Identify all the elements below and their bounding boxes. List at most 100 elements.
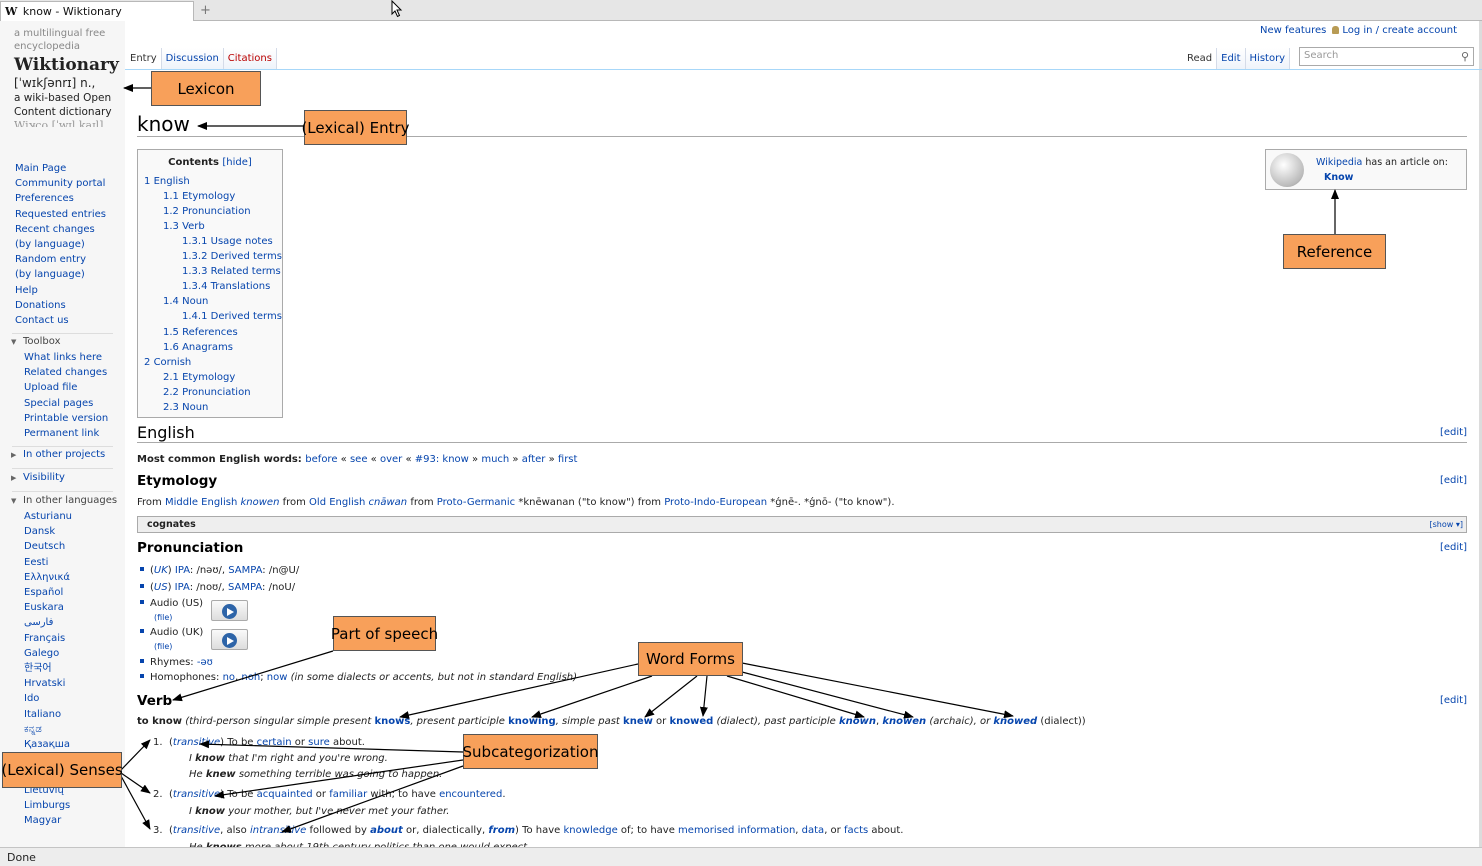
inline-link[interactable]: memorised information xyxy=(678,825,795,836)
edit-etymology-link[interactable]: [edit] xyxy=(1440,475,1467,486)
nav-item[interactable]: Help xyxy=(15,283,106,298)
nav-item[interactable]: Recent changes xyxy=(15,222,106,237)
inline-link[interactable]: no xyxy=(223,672,235,683)
toolbox-heading[interactable]: ▼ Toolbox xyxy=(11,336,61,347)
language-item[interactable]: Euskara xyxy=(24,600,72,615)
language-item[interactable]: Hrvatski xyxy=(24,676,72,691)
inline-link[interactable]: Middle English xyxy=(165,497,237,508)
toc-item[interactable]: 1.3 Verb xyxy=(163,221,205,233)
inline-link[interactable]: sure xyxy=(308,737,330,748)
edit-english-link[interactable]: [edit] xyxy=(1440,427,1467,438)
tab-entry[interactable]: Entry xyxy=(126,48,162,70)
search-icon[interactable]: ⚲ xyxy=(1461,50,1469,63)
inline-link[interactable]: transitive xyxy=(173,825,220,836)
toolbox-item[interactable]: Upload file xyxy=(24,380,108,395)
inline-link[interactable]: IPA xyxy=(175,582,190,593)
inline-link[interactable]: noh xyxy=(241,672,260,683)
new-tab-icon[interactable]: + xyxy=(200,3,211,18)
language-item[interactable]: 한국어 xyxy=(24,661,72,676)
inline-link[interactable]: certain xyxy=(257,737,292,748)
inline-link[interactable]: knows xyxy=(374,716,410,727)
edit-verb-link[interactable]: [edit] xyxy=(1440,695,1467,706)
inline-link[interactable]: cnāwan xyxy=(369,497,408,508)
inline-link[interactable]: now xyxy=(267,672,288,683)
toc-item[interactable]: 2.1 Etymology xyxy=(163,372,235,384)
toolbox-item[interactable]: Permanent link xyxy=(24,426,108,441)
inline-link[interactable]: about xyxy=(370,825,403,836)
inline-link[interactable]: knowed xyxy=(993,716,1037,727)
language-item[interactable]: Dansk xyxy=(24,524,72,539)
language-item[interactable]: Galego xyxy=(24,646,72,661)
language-item[interactable]: Ido xyxy=(24,691,72,706)
language-item[interactable]: ಕನ್ನಡ xyxy=(24,722,72,737)
inline-link[interactable]: over xyxy=(380,454,402,465)
language-item[interactable]: Eesti xyxy=(24,555,72,570)
nav-item[interactable]: Requested entries xyxy=(15,207,106,222)
toc-item[interactable]: 1.4 Noun xyxy=(163,296,208,308)
browser-tab[interactable]: W know - Wiktionary xyxy=(0,1,194,21)
other-projects-heading[interactable]: ▶ In other projects xyxy=(11,449,105,460)
inline-link[interactable]: known xyxy=(839,716,876,727)
tab-discussion[interactable]: Discussion xyxy=(161,48,224,70)
inline-link[interactable]: intransitive xyxy=(250,825,306,836)
language-item[interactable]: Asturianu xyxy=(24,509,72,524)
inline-link[interactable]: Proto-Indo-European xyxy=(664,497,767,508)
toc-item[interactable]: 1.3.1 Usage notes xyxy=(182,236,273,248)
toolbox-item[interactable]: Special pages xyxy=(24,396,108,411)
inline-link[interactable]: after xyxy=(522,454,546,465)
toc-item[interactable]: 1.4.1 Derived terms xyxy=(182,311,282,323)
cognates-show-toggle[interactable]: [show ▾] xyxy=(1430,520,1463,529)
login-link[interactable]: Log in / create account xyxy=(1342,25,1457,36)
inline-link[interactable]: knowen xyxy=(882,716,926,727)
wikipedia-link[interactable]: Wikipedia xyxy=(1316,157,1362,168)
tab-read[interactable]: Read xyxy=(1183,48,1218,70)
inline-link[interactable]: -əʊ xyxy=(197,657,213,668)
toc-item[interactable]: 1.3.3 Related terms xyxy=(182,266,281,278)
nav-item[interactable]: Main Page xyxy=(15,161,106,176)
search-input[interactable]: Search ⚲ xyxy=(1299,47,1474,66)
play-audio-us-button[interactable] xyxy=(211,600,248,621)
inline-link[interactable]: data xyxy=(802,825,825,836)
tab-citations[interactable]: Citations xyxy=(223,48,277,70)
toc-item[interactable]: 1.3.2 Derived terms xyxy=(182,251,282,263)
toolbox-item[interactable]: Printable version xyxy=(24,411,108,426)
nav-item[interactable]: Random entry xyxy=(15,252,106,267)
inline-link[interactable]: SAMPA xyxy=(228,582,262,593)
toc-item[interactable]: 1.2 Pronunciation xyxy=(163,206,251,218)
inline-link[interactable]: much xyxy=(481,454,509,465)
language-item[interactable]: Қазақша xyxy=(24,737,72,752)
language-item[interactable]: Limburgs xyxy=(24,798,72,813)
language-item[interactable]: Ελληνικά xyxy=(24,570,72,585)
toc-item[interactable]: 1.3.4 Translations xyxy=(182,281,270,293)
language-item[interactable]: فارسی xyxy=(24,615,72,630)
toc-item[interactable]: 2 Cornish xyxy=(144,357,191,369)
toc-item[interactable]: 1.6 Anagrams xyxy=(163,342,233,354)
inline-link[interactable]: knowed xyxy=(669,716,713,727)
language-item[interactable]: Français xyxy=(24,631,72,646)
audio-us-file-link[interactable]: (file) xyxy=(154,613,172,622)
inline-link[interactable]: first xyxy=(558,454,578,465)
wikipedia-article-link[interactable]: Know xyxy=(1324,172,1353,183)
nav-item[interactable]: (by language) xyxy=(15,237,106,252)
visibility-heading[interactable]: ▶ Visibility xyxy=(11,472,65,483)
play-audio-uk-button[interactable] xyxy=(211,629,248,650)
nav-item[interactable]: Preferences xyxy=(15,191,106,206)
inline-link[interactable]: acquainted xyxy=(257,789,313,800)
toc-hide-link[interactable]: [hide] xyxy=(222,157,251,168)
nav-item[interactable]: (by language) xyxy=(15,267,106,282)
audio-uk-file-link[interactable]: (file) xyxy=(154,642,172,651)
inline-link[interactable]: UK xyxy=(154,565,168,576)
inline-link[interactable]: US xyxy=(154,582,168,593)
toc-item[interactable]: 1.1 Etymology xyxy=(163,191,235,203)
language-item[interactable]: Italiano xyxy=(24,707,72,722)
language-item[interactable]: Español xyxy=(24,585,72,600)
inline-link[interactable]: Old English xyxy=(309,497,365,508)
nav-item[interactable]: Community portal xyxy=(15,176,106,191)
inline-link[interactable]: facts xyxy=(844,825,868,836)
new-features-link[interactable]: New features xyxy=(1260,25,1326,36)
toc-item[interactable]: 1.5 References xyxy=(163,327,238,339)
inline-link[interactable]: from xyxy=(488,825,515,836)
tab-history[interactable]: History xyxy=(1245,48,1291,70)
toolbox-item[interactable]: What links here xyxy=(24,350,108,365)
toc-item[interactable]: 2.2 Pronunciation xyxy=(163,387,251,399)
